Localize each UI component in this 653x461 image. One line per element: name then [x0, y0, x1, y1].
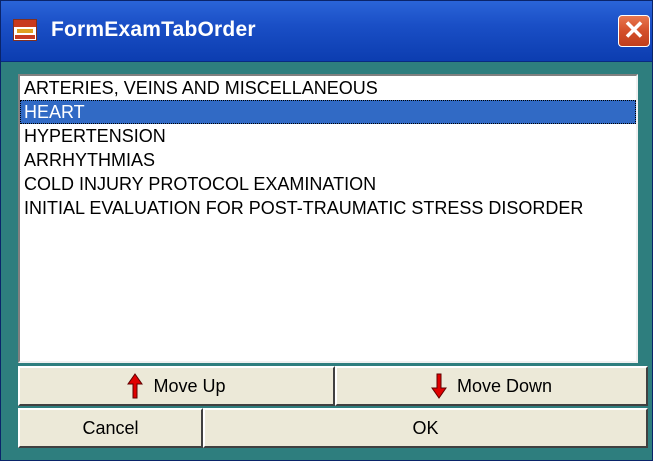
ok-label: OK — [412, 418, 439, 438]
move-down-label: Move Down — [456, 376, 553, 396]
close-icon: ✕ — [623, 15, 645, 45]
cancel-button[interactable]: Cancel — [18, 408, 203, 448]
app-icon — [13, 19, 37, 41]
close-button[interactable]: ✕ — [618, 15, 650, 47]
dialog-client-area: ARTERIES, VEINS AND MISCELLANEOUS HEART … — [8, 67, 648, 457]
move-down-button[interactable]: Move Down — [335, 366, 648, 406]
list-item-5[interactable]: INITIAL EVALUATION FOR POST-TRAUMATIC ST… — [20, 196, 636, 220]
red-down-arrow-icon — [431, 373, 447, 399]
list-item-2[interactable]: HYPERTENSION — [20, 124, 636, 148]
ok-button[interactable]: OK — [203, 408, 648, 448]
move-up-button[interactable]: Move Up — [18, 366, 335, 406]
list-item-3[interactable]: ARRHYTHMIAS — [20, 148, 636, 172]
form-exam-tab-order-window: FormExamTabOrder ✕ ARTERIES, VEINS AND M… — [0, 0, 653, 461]
move-up-label: Move Up — [153, 376, 226, 396]
title-bar[interactable]: FormExamTabOrder ✕ — [1, 1, 652, 62]
cancel-label: Cancel — [82, 418, 139, 438]
list-item-1[interactable]: HEART — [20, 100, 636, 124]
red-up-arrow-icon — [127, 373, 144, 399]
list-item-0[interactable]: ARTERIES, VEINS AND MISCELLANEOUS — [20, 76, 636, 100]
exam-list-box[interactable]: ARTERIES, VEINS AND MISCELLANEOUS HEART … — [18, 74, 638, 363]
list-item-4[interactable]: COLD INJURY PROTOCOL EXAMINATION — [20, 172, 636, 196]
window-title: FormExamTabOrder — [51, 18, 256, 41]
